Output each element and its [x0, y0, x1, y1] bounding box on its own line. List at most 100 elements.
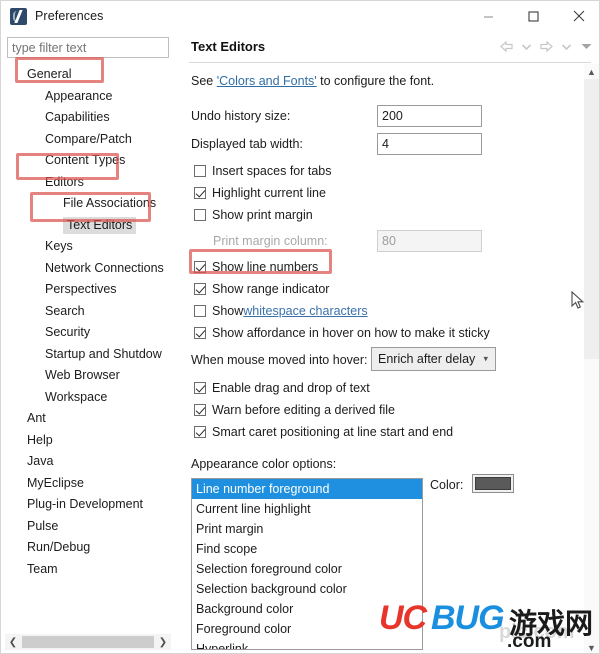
tree-item-run-debug[interactable]: Run/Debug — [1, 537, 177, 559]
undo-history-size-input[interactable] — [377, 105, 482, 127]
checkbox-label: Show range indicator — [212, 282, 330, 296]
tree-item-myeclipse[interactable]: MyEclipse — [1, 473, 177, 495]
window-titlebar: Preferences — [1, 1, 599, 31]
checkbox-checked-icon[interactable] — [194, 327, 206, 339]
checkbox-checked-icon[interactable] — [194, 261, 206, 273]
tree-horizontal-scrollbar[interactable]: ❮ ❯ — [5, 634, 171, 650]
colors-and-fonts-note: See 'Colors and Fonts' to configure the … — [191, 74, 434, 88]
whitespace-characters-link[interactable]: whitespace characters — [243, 304, 367, 318]
tree-item-ant[interactable]: Ant — [1, 408, 177, 430]
tree-item-java[interactable]: Java — [1, 451, 177, 473]
show-print-margin-checkbox-row[interactable]: Show print margin — [194, 208, 313, 222]
minimize-icon[interactable] — [466, 1, 511, 31]
print-margin-column-label: Print margin column: — [213, 234, 328, 248]
scrollbar-thumb[interactable] — [584, 79, 599, 359]
tree-item-label: Editors — [45, 174, 84, 189]
tree-item-text-editors[interactable]: Text Editors — [1, 215, 177, 237]
show-whitespace-characters-checkbox-row[interactable]: Show whitespace characters — [194, 304, 368, 318]
back-dropdown-icon[interactable] — [518, 38, 535, 55]
tree-item-label: Keys — [45, 239, 73, 253]
list-item[interactable]: Line number foreground — [192, 479, 422, 499]
highlight-current-line-checkbox-row[interactable]: Highlight current line — [194, 186, 326, 200]
checkbox-checked-icon[interactable] — [194, 382, 206, 394]
show-affordance-in-hover-checkbox-row[interactable]: Show affordance in hover on how to make … — [194, 326, 490, 340]
checkbox-unchecked-icon[interactable] — [194, 209, 206, 221]
chevron-left-icon[interactable]: ❮ — [5, 634, 21, 650]
smart-caret-positioning-checkbox-row[interactable]: Smart caret positioning at line start an… — [194, 425, 453, 439]
maximize-icon[interactable] — [511, 1, 556, 31]
close-icon[interactable] — [556, 1, 599, 31]
checkbox-checked-icon[interactable] — [194, 404, 206, 416]
tree-item-label: Plug-in Development — [27, 497, 144, 511]
tree-item-workspace[interactable]: Workspace — [1, 387, 177, 409]
content-vertical-scrollbar[interactable]: ▲ ▼ — [584, 64, 599, 653]
preferences-tree-pane: General Appearance Capabilities Compare/… — [1, 31, 177, 653]
tree-item-compare-patch[interactable]: Compare/Patch — [1, 129, 177, 151]
checkbox-checked-icon[interactable] — [194, 283, 206, 295]
list-item[interactable]: Selection foreground color — [192, 559, 422, 579]
list-item[interactable]: Print margin — [192, 519, 422, 539]
filter-input[interactable] — [7, 37, 169, 58]
tree-item-label: Run/Debug — [27, 540, 91, 554]
tree-item-network-connections[interactable]: Network Connections — [1, 258, 177, 280]
show-line-numbers-checkbox-row[interactable]: Show line numbers — [194, 260, 318, 274]
tree-item-search[interactable]: Search — [1, 301, 177, 323]
tree-item-pulse[interactable]: Pulse — [1, 516, 177, 538]
when-mouse-moved-into-hover-label: When mouse moved into hover: — [191, 353, 368, 367]
title-divider — [189, 62, 591, 63]
tree-item-editors[interactable]: Editors — [1, 172, 177, 194]
displayed-tab-width-label: Displayed tab width: — [191, 137, 303, 151]
warn-before-editing-derived-file-checkbox-row[interactable]: Warn before editing a derived file — [194, 403, 395, 417]
tree-item-appearance[interactable]: Appearance — [1, 86, 177, 108]
checkbox-unchecked-icon[interactable] — [194, 165, 206, 177]
chevron-right-icon[interactable]: ❯ — [155, 634, 171, 650]
displayed-tab-width-input[interactable] — [377, 133, 482, 155]
tree-item-web-browser[interactable]: Web Browser — [1, 365, 177, 387]
tree-item-startup-and-shutdown[interactable]: Startup and Shutdow — [1, 344, 177, 366]
appearance-color-options-label: Appearance color options: — [191, 457, 337, 471]
tree-item-label: General — [27, 67, 72, 81]
preferences-tree[interactable]: General Appearance Capabilities Compare/… — [1, 64, 177, 624]
tree-item-plug-in-development[interactable]: Plug-in Development — [1, 494, 177, 516]
list-item[interactable]: Hyperlink — [192, 639, 422, 649]
menu-dropdown-icon[interactable] — [578, 38, 595, 55]
list-item[interactable]: Selection background color — [192, 579, 422, 599]
checkbox-label: Highlight current line — [212, 186, 326, 200]
chevron-up-icon[interactable]: ▲ — [584, 64, 599, 79]
color-swatch-fill — [475, 477, 511, 490]
tree-item-label: Network Connections — [45, 260, 164, 275]
insert-spaces-for-tabs-checkbox-row[interactable]: Insert spaces for tabs — [194, 164, 332, 178]
checkbox-unchecked-icon[interactable] — [194, 305, 206, 317]
forward-arrow-icon[interactable] — [538, 38, 555, 55]
back-arrow-icon[interactable] — [498, 38, 515, 55]
scrollbar-thumb[interactable] — [22, 636, 154, 648]
tree-item-security[interactable]: Security — [1, 322, 177, 344]
tree-item-content-types[interactable]: Content Types — [1, 150, 177, 172]
appearance-color-options-list[interactable]: Line number foreground Current line high… — [191, 478, 423, 650]
pane-splitter[interactable] — [177, 31, 185, 653]
colors-and-fonts-link[interactable]: 'Colors and Fonts' — [217, 74, 317, 88]
tree-item-file-associations[interactable]: File Associations — [1, 193, 177, 215]
tree-item-perspectives[interactable]: Perspectives — [1, 279, 177, 301]
chevron-down-icon[interactable]: ▼ — [584, 640, 599, 653]
tree-item-capabilities[interactable]: Capabilities — [1, 107, 177, 129]
list-item[interactable]: Find scope — [192, 539, 422, 559]
forward-dropdown-icon[interactable] — [558, 38, 575, 55]
color-swatch-button[interactable] — [472, 474, 514, 493]
tree-item-general[interactable]: General — [1, 64, 177, 86]
tree-item-keys[interactable]: Keys — [1, 236, 177, 258]
tree-item-label: Security — [45, 325, 91, 339]
checkbox-label: Insert spaces for tabs — [212, 164, 332, 178]
tree-item-help[interactable]: Help — [1, 430, 177, 452]
hover-behavior-select[interactable]: Enrich after delay ▾ — [371, 347, 496, 371]
tree-item-label: Java — [27, 454, 54, 468]
list-item[interactable]: Background color — [192, 599, 422, 619]
checkbox-checked-icon[interactable] — [194, 426, 206, 438]
list-item[interactable]: Current line highlight — [192, 499, 422, 519]
show-range-indicator-checkbox-row[interactable]: Show range indicator — [194, 282, 329, 296]
list-item[interactable]: Foreground color — [192, 619, 422, 639]
tree-item-label: Search — [45, 303, 85, 318]
enable-drag-and-drop-checkbox-row[interactable]: Enable drag and drop of text — [194, 381, 370, 395]
checkbox-checked-icon[interactable] — [194, 187, 206, 199]
tree-item-team[interactable]: Team — [1, 559, 177, 581]
